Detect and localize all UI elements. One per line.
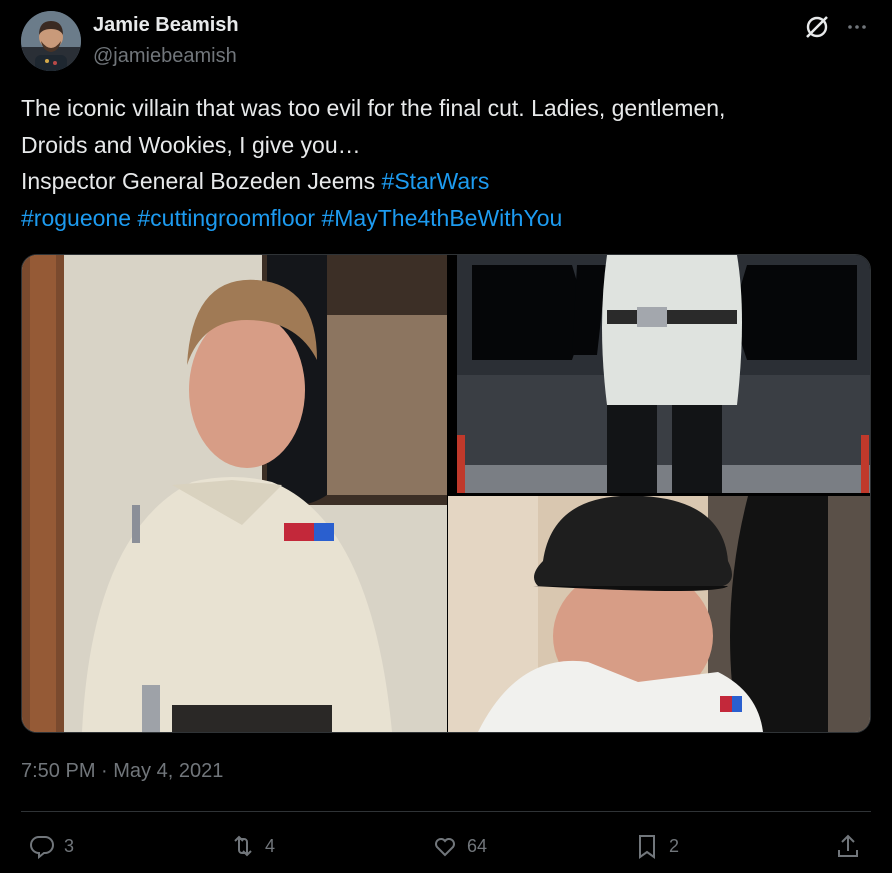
like-button[interactable]: 64 bbox=[431, 832, 487, 860]
repost-count: 4 bbox=[265, 835, 276, 856]
divider bbox=[21, 811, 871, 812]
author-name[interactable]: Jamie Beamish bbox=[93, 14, 239, 37]
tweet-text-line: #rogueone #cuttingroomfloor #MayThe4thBe… bbox=[21, 200, 871, 237]
photo-officer-cap-selfie[interactable] bbox=[448, 496, 870, 732]
photo-uniform-portrait[interactable] bbox=[22, 255, 447, 732]
tweet-text-line: The iconic villain that was too evil for… bbox=[21, 90, 871, 127]
reply-icon bbox=[30, 836, 54, 860]
reply-button[interactable]: 3 bbox=[28, 832, 74, 860]
photo-starship-bridge[interactable] bbox=[457, 255, 870, 493]
bookmark-icon bbox=[639, 835, 655, 859]
tweet-text-line: Inspector General Bozeden Jeems #StarWar… bbox=[21, 163, 871, 200]
tweet-text-line: Droids and Wookies, I give you… bbox=[21, 127, 871, 164]
hashtag-link[interactable]: #StarWars bbox=[382, 168, 490, 194]
user-avatar-icon bbox=[21, 11, 81, 71]
author-handle[interactable]: @jamiebeamish bbox=[93, 45, 237, 68]
hashtag-link[interactable]: #MayThe4thBeWithYou bbox=[321, 205, 562, 231]
tweet-text-segment: Droids and Wookies, I give you… bbox=[21, 131, 361, 158]
repost-icon bbox=[234, 835, 252, 857]
share-icon bbox=[838, 834, 858, 857]
grok-icon[interactable] bbox=[804, 14, 830, 40]
avatar[interactable] bbox=[21, 11, 81, 71]
hashtag-link[interactable]: #rogueone bbox=[21, 205, 131, 231]
share-button[interactable] bbox=[834, 832, 862, 860]
media-grid bbox=[21, 254, 871, 733]
repost-button[interactable]: 4 bbox=[229, 832, 275, 860]
tweet-text-segment: Inspector General Bozeden Jeems bbox=[21, 168, 382, 194]
more-icon[interactable] bbox=[845, 14, 871, 40]
reply-count: 3 bbox=[64, 835, 75, 856]
tweet-text-segment: The iconic villain that was too evil for… bbox=[21, 95, 726, 121]
tweet-timestamp[interactable]: 7:50 PM · May 4, 2021 bbox=[21, 760, 223, 783]
tweet-text: The iconic villain that was too evil for… bbox=[21, 90, 871, 236]
bookmark-count: 2 bbox=[669, 835, 680, 856]
like-count: 64 bbox=[467, 835, 488, 856]
like-icon bbox=[435, 838, 455, 857]
hashtag-link[interactable]: #cuttingroomfloor bbox=[137, 205, 315, 231]
bookmark-button[interactable]: 2 bbox=[633, 832, 679, 860]
